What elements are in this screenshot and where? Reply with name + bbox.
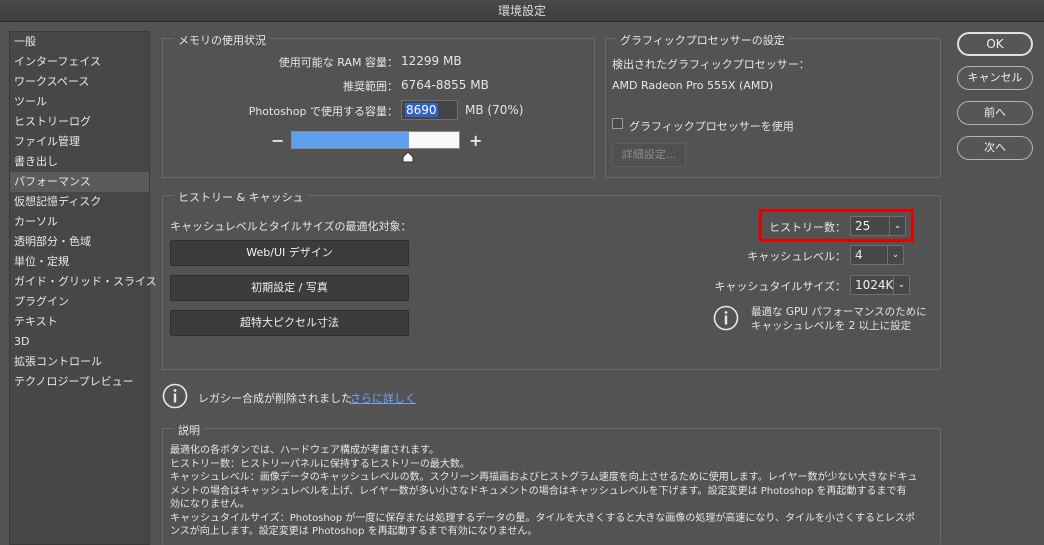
ideal-range-label: 推奨範囲： xyxy=(343,80,398,93)
gpu-tip-line2: キャッシュレベルを 2 以上に設定 xyxy=(751,320,912,332)
available-ram-label: 使用可能な RAM 容量： xyxy=(278,56,398,69)
history-cache-title: ヒストリー & キャッシュ xyxy=(174,189,308,205)
sidebar-item[interactable]: 単位・定規 xyxy=(10,252,149,272)
chevron-down-icon: ⌄ xyxy=(893,276,909,294)
description-line: キャッシュタイルサイズ：Photoshop が一度に保存または処理するデータの量… xyxy=(170,512,916,524)
memory-decrease-button[interactable]: − xyxy=(271,131,284,150)
description-title: 説明 xyxy=(174,422,204,438)
memory-use-input[interactable]: 8690 xyxy=(401,100,458,120)
next-button[interactable]: 次へ xyxy=(957,136,1033,160)
sidebar-item[interactable]: インターフェイス xyxy=(10,52,149,72)
cache-levels-label: キャッシュレベル： xyxy=(747,250,846,263)
cache-levels-value: 4 xyxy=(855,248,863,262)
preferences-sidebar: 一般 インターフェイス ワークスペース ツール ヒストリーログ ファイル管理 書き出し パフォ… xyxy=(9,31,157,545)
memory-use-suffix: MB (70%) xyxy=(465,103,524,117)
sidebar-item[interactable]: ヒストリーログ xyxy=(10,112,149,132)
cache-levels-select[interactable]: 4 ⌄ xyxy=(850,245,904,265)
description-text: 最適化の各ボタンでは、ハードウェア構成が考慮されます。ヒストリー数：ヒストリーパ… xyxy=(170,444,940,539)
optimize-default-photos-button[interactable]: 初期設定 / 写真 xyxy=(170,275,409,301)
memory-use-label: Photoshop で使用する容量： xyxy=(248,105,398,118)
sidebar-item[interactable]: ツール xyxy=(10,92,149,112)
use-gpu-label: グラフィックプロセッサーを使用 xyxy=(629,120,794,133)
description-line: ヒストリー数：ヒストリーパネルに保持するヒストリーの最大数。 xyxy=(170,458,470,470)
sidebar-item[interactable]: カーソル xyxy=(10,212,149,232)
ideal-range-value: 6764-8855 MB xyxy=(401,78,489,92)
learn-more-link[interactable]: さらに詳しく xyxy=(350,390,416,406)
ok-button[interactable]: OK xyxy=(957,32,1033,56)
gpu-advanced-settings-button[interactable]: 詳細設定... xyxy=(612,143,686,167)
optimize-for-label: キャッシュレベルとタイルサイズの最適化対象： xyxy=(170,220,412,233)
detected-gpu-value: AMD Radeon Pro 555X (AMD) xyxy=(612,79,774,92)
description-line: 効になりません。 xyxy=(170,499,250,510)
sidebar-item[interactable]: 透明部分・色域 xyxy=(10,232,149,252)
description-line: メントの場合はキャッシュレベルを上げ、レイヤー数が多い小さなドキュメントの場合は… xyxy=(170,485,907,497)
window-title: 環境設定 xyxy=(0,0,1044,22)
sidebar-item[interactable]: 拡張コントロール xyxy=(10,352,149,372)
chevron-down-icon: ⌄ xyxy=(887,246,903,264)
history-states-highlight xyxy=(759,209,914,242)
sidebar-item[interactable]: 一般 xyxy=(10,32,149,52)
gpu-tip-line1: 最適な GPU パフォーマンスのために xyxy=(751,306,927,318)
memory-increase-button[interactable]: + xyxy=(469,131,482,150)
description-line: 最適化の各ボタンでは、ハードウェア構成が考慮されます。 xyxy=(170,445,439,456)
cache-tile-size-label: キャッシュタイルサイズ： xyxy=(714,280,846,293)
info-icon xyxy=(713,305,739,334)
sidebar-item[interactable]: テクノロジープレビュー xyxy=(10,372,149,392)
memory-usage-title: メモリの使用状況 xyxy=(174,32,270,48)
optimize-huge-pixel-button[interactable]: 超特大ピクセル寸法 xyxy=(170,310,409,336)
sidebar-item[interactable]: プラグイン xyxy=(10,292,149,312)
use-gpu-checkbox[interactable] xyxy=(612,118,623,129)
sidebar-item[interactable]: パフォーマンス xyxy=(10,172,149,192)
available-ram-value: 12299 MB xyxy=(401,54,462,68)
sidebar-item[interactable]: テキスト xyxy=(10,312,149,332)
prev-button[interactable]: 前へ xyxy=(957,101,1033,125)
sidebar-item[interactable]: ワークスペース xyxy=(10,72,149,92)
sidebar-item[interactable]: 書き出し xyxy=(10,152,149,172)
sidebar-item[interactable]: ガイド・グリッド・スライス xyxy=(10,272,157,292)
description-line: ンスが向上します。設定変更は Photoshop を再起動するまで有効になりませ… xyxy=(170,526,538,537)
memory-slider[interactable] xyxy=(291,131,460,149)
cache-tile-size-select[interactable]: 1024K ⌄ xyxy=(850,275,910,295)
cache-tile-size-value: 1024K xyxy=(855,278,894,292)
info-icon xyxy=(162,383,188,412)
description-line: キャッシュレベル：画像データのキャッシュレベルの数。スクリーン再描画およびヒスト… xyxy=(170,472,918,483)
gpu-settings-title: グラフィックプロセッサーの設定 xyxy=(616,32,789,48)
cancel-button[interactable]: キャンセル xyxy=(957,66,1033,90)
sidebar-item[interactable]: 3D xyxy=(10,332,149,352)
legacy-compositing-message: レガシー合成が削除されました xyxy=(198,392,352,405)
memory-slider-fill xyxy=(292,132,409,148)
detected-gpu-label: 検出されたグラフィックプロセッサー： xyxy=(612,58,810,71)
sidebar-item[interactable]: 仮想記憶ディスク xyxy=(10,192,149,212)
optimize-web-ui-button[interactable]: Web/UI デザイン xyxy=(170,240,409,266)
sidebar-item[interactable]: ファイル管理 xyxy=(10,132,149,152)
memory-use-value: 8690 xyxy=(405,103,438,117)
